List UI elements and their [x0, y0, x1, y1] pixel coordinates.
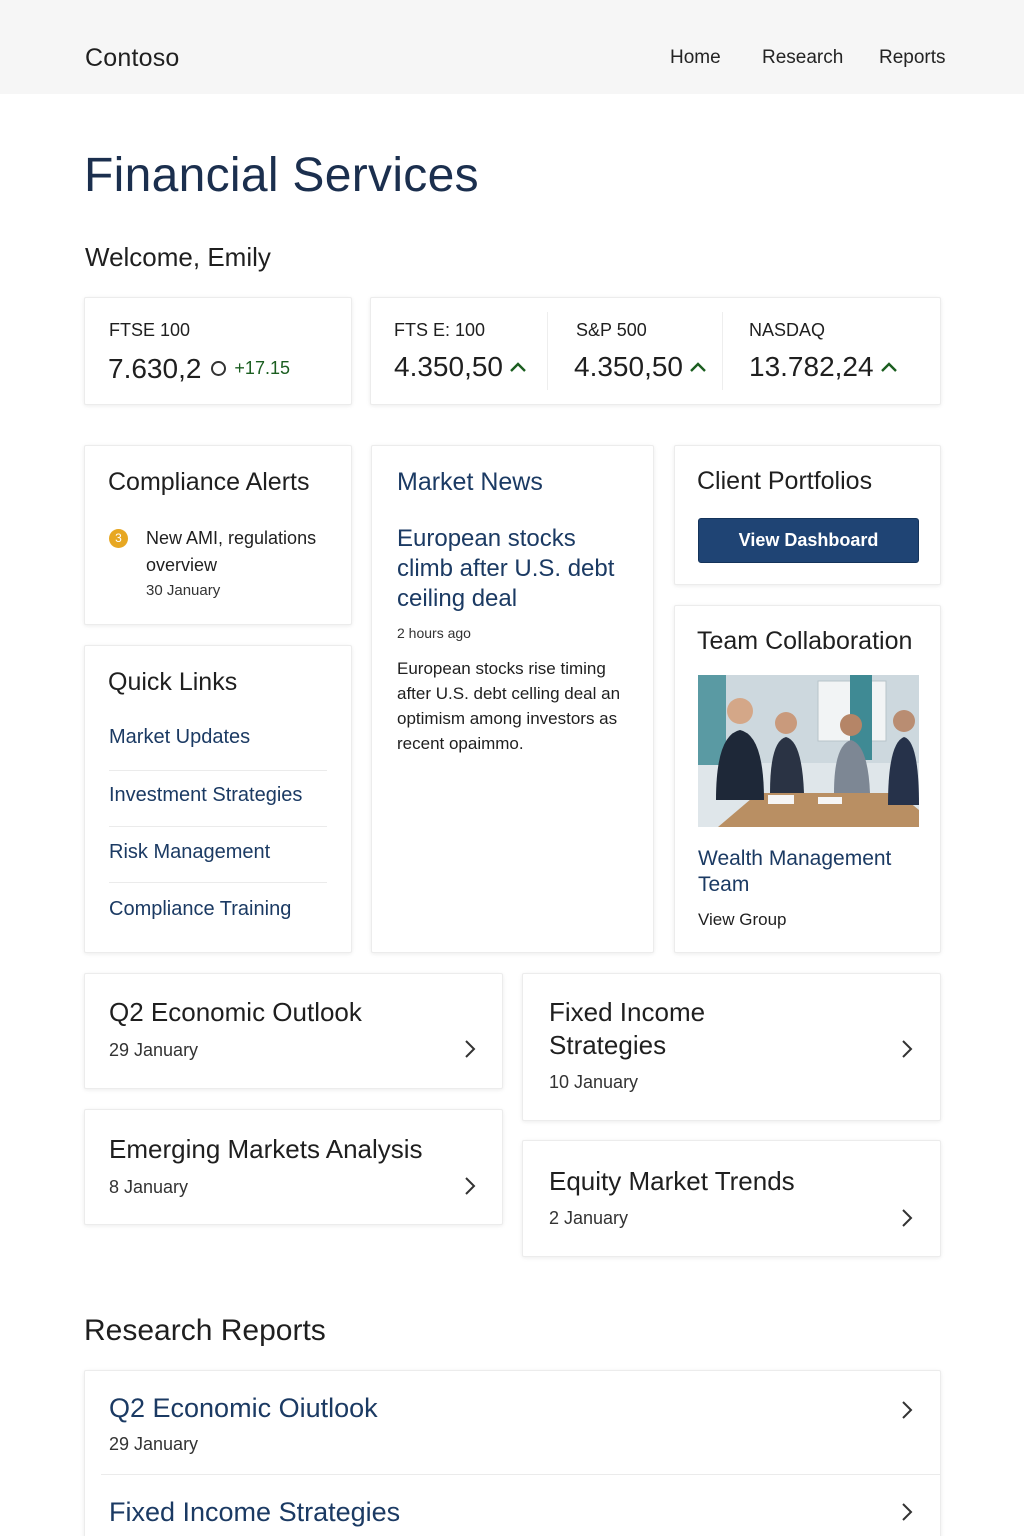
article-card[interactable]: Fixed Income Strategies 10 January [522, 973, 941, 1121]
article-title: Fixed Income Strategies [549, 997, 706, 1060]
article-date: 10 January [549, 1072, 639, 1092]
index-name: NASDAQ [749, 320, 826, 340]
nav-research[interactable]: Research [762, 47, 843, 69]
news-headline[interactable]: European stocks climb after U.S. debt ce… [397, 524, 637, 614]
card-title: Compliance Alerts [108, 468, 310, 496]
arrow-up-icon [690, 361, 706, 372]
nav-home[interactable]: Home [670, 47, 721, 69]
card-title: Client Portfolios [697, 467, 873, 495]
top-navigation-bar: Contoso Home Research Reports [0, 0, 1024, 94]
divider [101, 1474, 940, 1475]
index-value: 4.350,50 [394, 351, 503, 382]
brand-logo[interactable]: Contoso [85, 44, 180, 73]
quick-link-market-updates[interactable]: Market Updates [109, 726, 250, 749]
nav-reports[interactable]: Reports [879, 47, 946, 69]
article-title: Emerging Markets Analysis [109, 1134, 423, 1164]
index-card-group[interactable]: FTS E: 100 4.350,50 S&P 500 4.350,50 NAS… [370, 297, 941, 405]
page-title: Financial Services [84, 149, 479, 202]
card-title: Quick Links [108, 668, 238, 696]
quick-link-investment-strategies[interactable]: Investment Strategies [109, 784, 302, 807]
index-card-ftse[interactable]: FTSE 100 7.630,2 +17.15 [84, 297, 352, 405]
arrow-up-icon [880, 361, 897, 372]
chevron-right-icon[interactable] [900, 1038, 914, 1060]
alert-text[interactable]: New AMI, regulations overview [146, 525, 366, 579]
chevron-right-icon[interactable] [463, 1175, 477, 1197]
team-photo [698, 675, 919, 827]
quick-link-compliance-training[interactable]: Compliance Training [109, 898, 291, 921]
report-title[interactable]: Q2 Economic Oiutlook [109, 1393, 378, 1424]
index-name: FTS E: 100 [394, 320, 486, 340]
divider [722, 312, 723, 390]
article-title: Equity Market Trends [549, 1166, 795, 1196]
view-dashboard-button[interactable]: View Dashboard [698, 518, 919, 563]
compliance-alerts-card: Compliance Alerts 3 New AMI, regulations… [84, 445, 352, 625]
report-date: 29 January [109, 1434, 199, 1454]
ring-icon [211, 361, 227, 377]
view-group-link[interactable]: View Group [698, 910, 787, 930]
index-value-row: 7.630,2 +17.15 [108, 353, 290, 385]
client-portfolios-card: Client Portfolios View Dashboard [674, 445, 941, 585]
quick-links-card: Quick Links Market Updates Investment St… [84, 645, 352, 953]
quick-link-risk-management[interactable]: Risk Management [109, 841, 270, 864]
index-value: 7.630,2 [108, 353, 202, 384]
article-card[interactable]: Equity Market Trends 2 January [522, 1140, 941, 1257]
divider [109, 826, 327, 827]
article-date: 29 January [109, 1040, 199, 1060]
index-value-row: 13.782,24 [749, 351, 898, 383]
card-title: Market News [397, 468, 543, 496]
article-card[interactable]: Q2 Economic Outlook 29 January [84, 973, 503, 1089]
index-value-row: 4.350,50 [394, 351, 527, 383]
team-collaboration-card: Team Collaboration Wealth Management Tea… [674, 605, 941, 953]
article-date: 2 January [549, 1208, 629, 1228]
chevron-right-icon[interactable] [900, 1399, 914, 1421]
welcome-message: Welcome, Emily [85, 242, 271, 272]
index-value: 13.782,24 [749, 351, 874, 382]
alert-count-badge: 3 [109, 529, 128, 548]
article-title: Q2 Economic Outlook [109, 997, 362, 1027]
index-value: 4.350,50 [574, 351, 683, 382]
index-change: +17.15 [234, 358, 290, 379]
index-value-row: 4.350,50 [574, 351, 707, 383]
divider [547, 312, 548, 390]
report-title[interactable]: Fixed Income Strategies [109, 1497, 400, 1528]
arrow-up-icon [510, 361, 526, 372]
index-name: S&P 500 [576, 320, 647, 340]
news-timestamp: 2 hours ago [397, 625, 471, 641]
research-reports-list: Q2 Economic Oiutlook 29 January Fixed In… [84, 1370, 941, 1536]
section-title: Research Reports [84, 1314, 326, 1347]
alert-date: 30 January [146, 582, 221, 599]
chevron-right-icon[interactable] [463, 1038, 477, 1060]
card-title: Team Collaboration [697, 627, 913, 655]
index-name: FTSE 100 [109, 320, 191, 340]
team-name[interactable]: Wealth Management Team [698, 846, 919, 898]
market-news-card: Market News European stocks climb after … [371, 445, 654, 953]
article-card[interactable]: Emerging Markets Analysis 8 January [84, 1109, 503, 1225]
divider [109, 770, 327, 771]
chevron-right-icon[interactable] [900, 1501, 914, 1523]
news-summary: European stocks rise timing after U.S. d… [397, 659, 621, 753]
divider [109, 882, 327, 883]
article-date: 8 January [109, 1177, 189, 1197]
chevron-right-icon[interactable] [900, 1207, 914, 1229]
